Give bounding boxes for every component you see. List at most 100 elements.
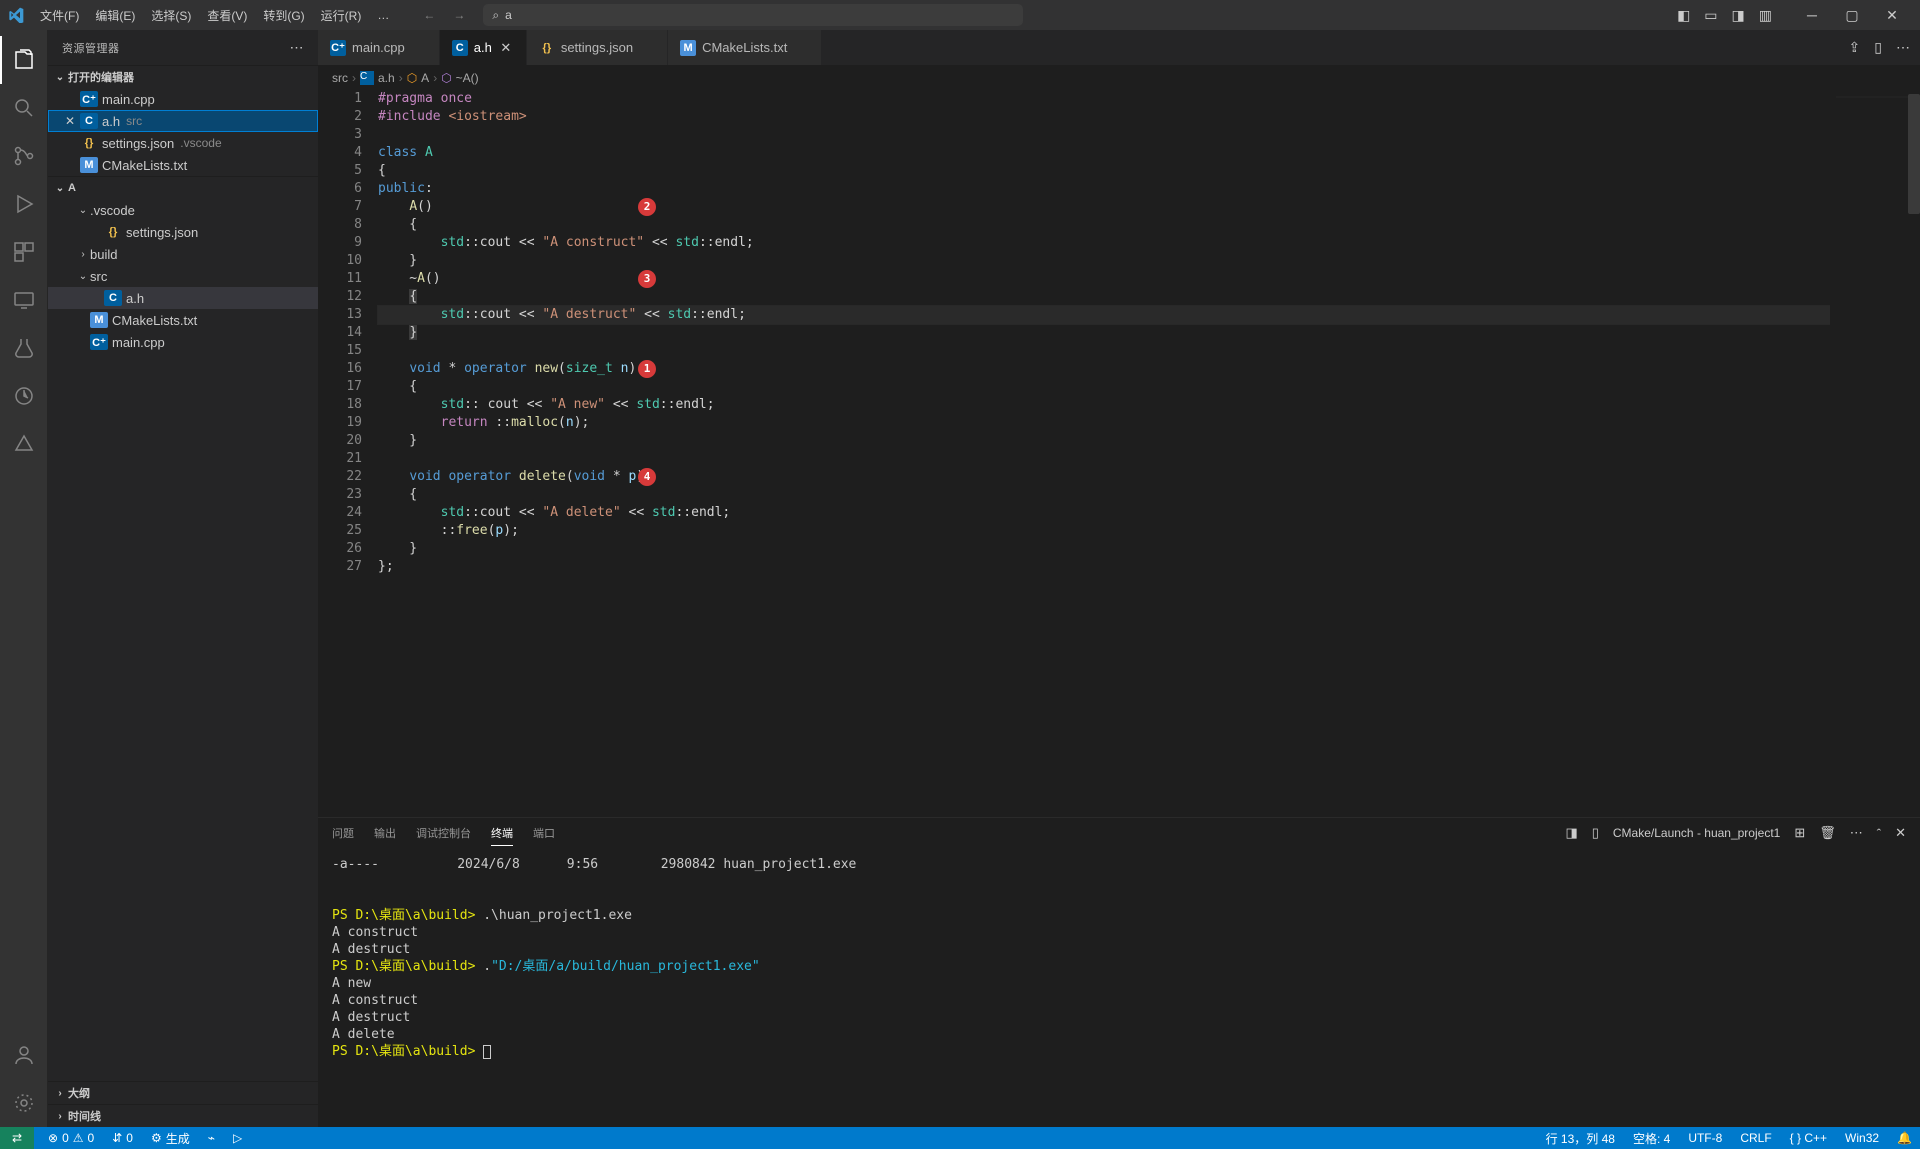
menu-item[interactable]: 运行(R) [313,0,370,30]
breadcrumb[interactable]: src › C a.h › ⬡ A › ⬡ ~A() [318,65,1920,90]
menu-item[interactable]: 编辑(E) [87,0,143,30]
activity-scm[interactable] [0,132,48,180]
run-launch[interactable]: ▷ [229,1127,246,1149]
menu-item[interactable]: 查看(V) [199,0,255,30]
panel-tab[interactable]: 终端 [491,821,513,846]
language-status[interactable]: { } C++ [1786,1127,1831,1149]
kill-terminal-icon[interactable]: 🗑 [1819,825,1836,841]
menu-item[interactable]: 文件(F) [32,0,87,30]
bug-icon: ⌁ [208,1131,215,1145]
activity-debug[interactable] [0,180,48,228]
more-actions-icon[interactable]: ⋯ [1896,39,1910,56]
close-button[interactable]: ✕ [1872,0,1912,30]
debug-launch[interactable]: ⌁ [204,1127,219,1149]
open-editor-item[interactable]: {}settings.json.vscode [48,132,318,154]
maximize-panel-icon[interactable]: ˆ [1877,826,1881,841]
problems-status[interactable]: ⊗0 ⚠0 [44,1127,98,1149]
nav-forward-icon[interactable]: → [447,6,471,24]
panel-tab[interactable]: 输出 [374,821,396,846]
command-center-search[interactable]: ⌕ a [483,4,1023,26]
activity-account[interactable] [0,1031,48,1079]
menu-item[interactable]: 选择(S) [143,0,199,30]
compare-changes-icon[interactable]: ⇪ [1849,39,1861,56]
folder-section[interactable]: ⌄ A [48,177,318,199]
activity-extensions[interactable] [0,228,48,276]
activity-remote[interactable] [0,276,48,324]
breadcrumb-part[interactable]: ~A() [456,71,479,85]
file-item[interactable]: Ca.h [48,287,318,309]
folder-item[interactable]: ⌄.vscode [48,199,318,221]
open-editor-item[interactable]: MCMakeLists.txt [48,154,318,176]
file-name: a.h [126,291,144,306]
notifications-icon[interactable]: 🔔 [1893,1127,1916,1149]
activity-search[interactable] [0,84,48,132]
activity-extra[interactable] [0,420,48,468]
activity-settings[interactable] [0,1079,48,1127]
file-item[interactable]: C⁺main.cpp [48,331,318,353]
editor-tabs: C⁺main.cppCa.h✕{}settings.jsonMCMakeList… [318,30,1920,65]
editor-tab[interactable]: Ca.h✕ [440,30,527,65]
toggle-panel-bottom-icon[interactable]: ▭ [1704,7,1717,24]
timeline-section[interactable]: › 时间线 [48,1105,318,1127]
open-editors-section[interactable]: ⌄ 打开的编辑器 [48,66,318,88]
error-icon: ⊗ [48,1131,58,1145]
open-editor-item[interactable]: ✕Ca.hsrc [48,110,318,132]
more-actions-icon[interactable]: ⋯ [290,39,305,56]
file-icon: C⁺ [80,91,98,107]
editor-tab[interactable]: {}settings.json [527,30,668,65]
maximize-button[interactable]: ▢ [1832,0,1872,30]
minimize-button[interactable]: ─ [1792,0,1832,30]
nav-arrows: ← → [417,6,471,24]
chevron-right-icon: › [76,249,90,260]
toggle-panel-right-icon[interactable]: ◨ [1732,7,1745,24]
terminal[interactable]: -a---- 2024/6/8 9:56 2980842 huan_projec… [318,848,1920,1127]
split-terminal-icon[interactable]: ◨ [1565,825,1577,841]
panel-tab[interactable]: 调试控制台 [416,821,471,846]
breadcrumb-part[interactable]: A [421,71,429,85]
folder-item[interactable]: ›build [48,243,318,265]
code-editor[interactable]: #pragma once#include <iostream>class A{p… [378,90,1830,817]
panel-tab[interactable]: 问题 [332,821,354,846]
outline-section[interactable]: › 大纲 [48,1082,318,1104]
ports-status[interactable]: ⇵0 [108,1127,137,1149]
encoding-status[interactable]: UTF-8 [1684,1127,1726,1149]
close-panel-icon[interactable]: ✕ [1895,825,1906,841]
activity-cmake[interactable] [0,372,48,420]
scrollbar-thumb[interactable] [1908,94,1920,214]
file-item[interactable]: {}settings.json [48,221,318,243]
nav-back-icon[interactable]: ← [417,6,441,24]
minimap[interactable] [1830,90,1920,817]
editor-tab[interactable]: C⁺main.cpp [318,30,440,65]
eol-status[interactable]: CRLF [1736,1127,1775,1149]
menu-item[interactable]: … [369,0,397,30]
cursor-position[interactable]: 行 13，列 48 [1542,1127,1619,1149]
editor-group: C⁺main.cppCa.h✕{}settings.jsonMCMakeList… [318,30,1920,1127]
toggle-panel-left-icon[interactable]: ◧ [1677,7,1690,24]
file-path: src [126,114,142,128]
panel-actions: ◨ ▯ CMake/Launch - huan_project1 ⊞ 🗑 ⋯ ˆ… [1565,825,1906,841]
more-actions-icon[interactable]: ⋯ [1850,825,1863,841]
remote-indicator[interactable]: ⇄ [0,1127,34,1149]
terminal-name[interactable]: CMake/Launch - huan_project1 [1613,826,1780,840]
activity-test[interactable] [0,324,48,372]
close-icon[interactable]: ✕ [498,40,514,56]
split-editor-icon[interactable]: ▯ [1874,39,1882,56]
folder-item[interactable]: ⌄src [48,265,318,287]
new-terminal-icon[interactable]: ⊞ [1794,825,1805,841]
activity-explorer[interactable] [0,36,48,84]
breadcrumb-part[interactable]: a.h [378,71,395,85]
platform-status[interactable]: Win32 [1841,1127,1883,1149]
customize-layout-icon[interactable]: ▥ [1759,7,1772,24]
editor-tab[interactable]: MCMakeLists.txt [668,30,822,65]
build-status[interactable]: ⚙生成 [147,1127,194,1149]
chevron-right-icon: › [352,71,356,85]
indent-status[interactable]: 空格: 4 [1629,1127,1674,1149]
file-item[interactable]: MCMakeLists.txt [48,309,318,331]
close-icon[interactable]: ✕ [62,114,78,128]
breadcrumb-part[interactable]: src [332,71,348,85]
panel-tab[interactable]: 端口 [533,821,555,846]
chevron-right-icon: › [52,1111,68,1122]
open-editor-item[interactable]: C⁺main.cpp [48,88,318,110]
menu-item[interactable]: 转到(G) [255,0,312,30]
file-icon: M [90,312,108,328]
